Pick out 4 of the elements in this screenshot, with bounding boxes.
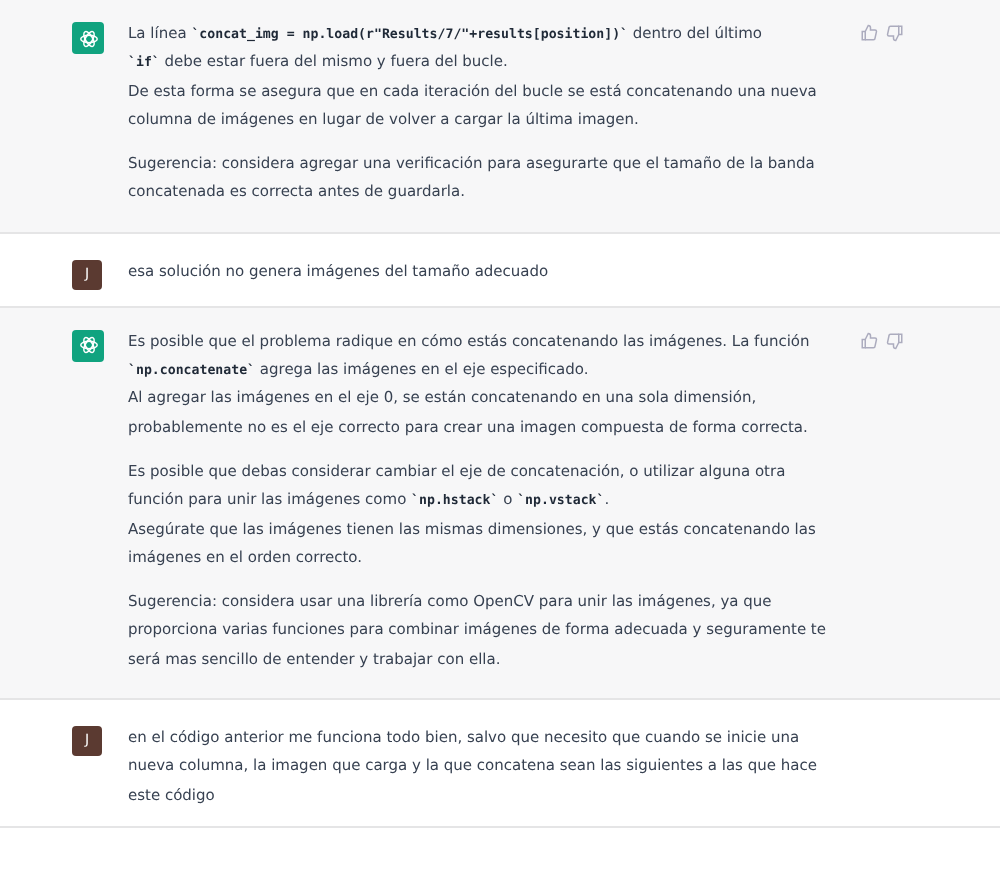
thumbs-down-icon[interactable] [886, 331, 904, 350]
thumbs-down-icon[interactable] [886, 24, 904, 42]
thumbs-up-icon[interactable] [860, 24, 878, 42]
thumbs-up-icon[interactable] [860, 331, 878, 350]
